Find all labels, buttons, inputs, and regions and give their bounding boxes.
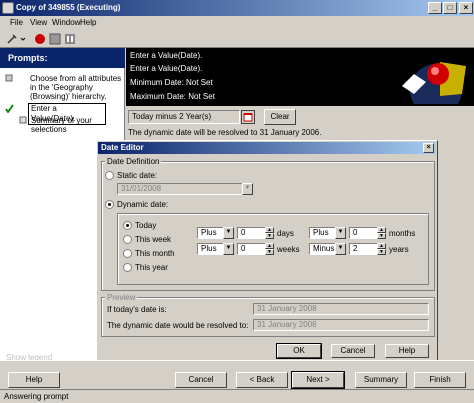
- record-icon[interactable]: [34, 33, 46, 45]
- resolved-preview-label: The dynamic date would be resolved to:: [107, 321, 249, 330]
- close-button[interactable]: ×: [459, 2, 473, 14]
- menu-help[interactable]: Help: [80, 18, 96, 27]
- dialog-close-button[interactable]: ×: [423, 143, 434, 153]
- months-label: months: [389, 229, 416, 238]
- dialog-cancel-button[interactable]: Cancel: [331, 344, 375, 358]
- weeks-label: weeks: [277, 245, 300, 254]
- days-down-icon[interactable]: ▼: [265, 233, 274, 239]
- static-date-radio[interactable]: [105, 171, 114, 180]
- dynamic-date-label: Dynamic date:: [117, 200, 169, 209]
- menu-view[interactable]: View: [30, 18, 47, 27]
- option-today-radio[interactable]: [123, 221, 132, 230]
- bullet-icon: [5, 74, 13, 82]
- pause-icon[interactable]: [64, 33, 76, 45]
- prompt-banner: Enter a Value(Date). Enter a Value(Date)…: [126, 48, 474, 106]
- banner-max-date: Maximum Date: Not Set: [130, 92, 215, 101]
- clear-button[interactable]: Clear: [264, 109, 296, 125]
- static-date-combo: 31/01/2008: [117, 183, 253, 195]
- status-bar: Answering prompt: [0, 389, 474, 403]
- toolbar: [0, 30, 474, 48]
- summary-icon: [19, 116, 27, 124]
- minimize-button[interactable]: _: [428, 2, 442, 14]
- days-label: days: [277, 229, 294, 238]
- maximize-button[interactable]: □: [443, 2, 457, 14]
- window-title: Copy of 349855 (Executing): [16, 3, 121, 12]
- dynamic-date-field[interactable]: Today minus 2 Year(s): [128, 110, 240, 124]
- option-this-week-label: This week: [135, 235, 172, 244]
- option-this-month-label: This month: [135, 249, 175, 258]
- back-button[interactable]: < Back: [236, 372, 288, 388]
- today-date-label: If today's date is:: [107, 305, 167, 314]
- dialog-help-button[interactable]: Help: [385, 344, 429, 358]
- cancel-button[interactable]: Cancel: [175, 372, 227, 388]
- banner-line2: Enter a Value(Date).: [130, 64, 203, 73]
- menu-window[interactable]: Window: [52, 18, 80, 27]
- prompt-item-geography[interactable]: Choose from all attributes in the 'Geogr…: [30, 74, 122, 101]
- today-date-value: 31 January 2008: [253, 303, 429, 315]
- tools-icon[interactable]: [6, 33, 18, 45]
- years-label: years: [389, 245, 409, 254]
- date-editor-dialog: Date Editor × Date Definition Static dat…: [96, 140, 438, 362]
- weeks-down-icon[interactable]: ▼: [265, 249, 274, 255]
- months-down-icon[interactable]: ▼: [377, 233, 386, 239]
- checkmark-icon: [5, 104, 14, 113]
- date-definition-label: Date Definition: [105, 157, 162, 166]
- ok-button[interactable]: OK: [276, 343, 322, 359]
- wizard-button-bar: Help Cancel < Back Next > Summary Finish: [0, 360, 474, 389]
- next-button[interactable]: Next >: [291, 371, 345, 389]
- chevron-down-icon: ▼: [242, 183, 253, 195]
- banner-min-date: Minimum Date: Not Set: [130, 78, 213, 87]
- app-icon: [2, 2, 14, 14]
- dialog-title: Date Editor ×: [98, 142, 436, 154]
- finish-button[interactable]: Finish: [414, 372, 466, 388]
- preview-label: Preview: [105, 293, 138, 302]
- option-this-year-radio[interactable]: [123, 263, 132, 272]
- menu-bar: File View Window Help: [0, 16, 474, 30]
- help-button[interactable]: Help: [8, 372, 60, 388]
- dynamic-date-radio[interactable]: [105, 200, 114, 209]
- chevron-down-icon[interactable]: [20, 33, 26, 45]
- option-this-month-radio[interactable]: [123, 249, 132, 258]
- prompt-item-summary[interactable]: Summary of your selections: [31, 116, 111, 134]
- chevron-down-icon[interactable]: ▼: [335, 243, 346, 255]
- window-title-bar: Copy of 349855 (Executing) _ □ ×: [0, 0, 474, 16]
- menu-file[interactable]: File: [10, 18, 23, 27]
- chevron-down-icon[interactable]: ▼: [335, 227, 346, 239]
- calendar-icon[interactable]: [241, 110, 255, 124]
- resolved-date-text: The dynamic date will be resolved to 31 …: [128, 128, 322, 137]
- option-this-week-radio[interactable]: [123, 235, 132, 244]
- banner-line1: Enter a Value(Date).: [130, 51, 203, 60]
- prompts-header: Prompts:: [0, 48, 125, 68]
- years-down-icon[interactable]: ▼: [377, 249, 386, 255]
- summary-button[interactable]: Summary: [355, 372, 407, 388]
- option-this-year-label: This year: [135, 263, 168, 272]
- logo-graphic-icon: [402, 62, 466, 104]
- static-date-label: Static date:: [117, 171, 158, 180]
- chevron-down-icon[interactable]: ▼: [223, 227, 234, 239]
- chevron-down-icon[interactable]: ▼: [223, 243, 234, 255]
- option-today-label: Today: [135, 221, 157, 230]
- dialog-title-text: Date Editor: [101, 143, 144, 152]
- stop-icon[interactable]: [49, 33, 61, 45]
- resolved-preview-value: 31 January 2006: [253, 319, 429, 331]
